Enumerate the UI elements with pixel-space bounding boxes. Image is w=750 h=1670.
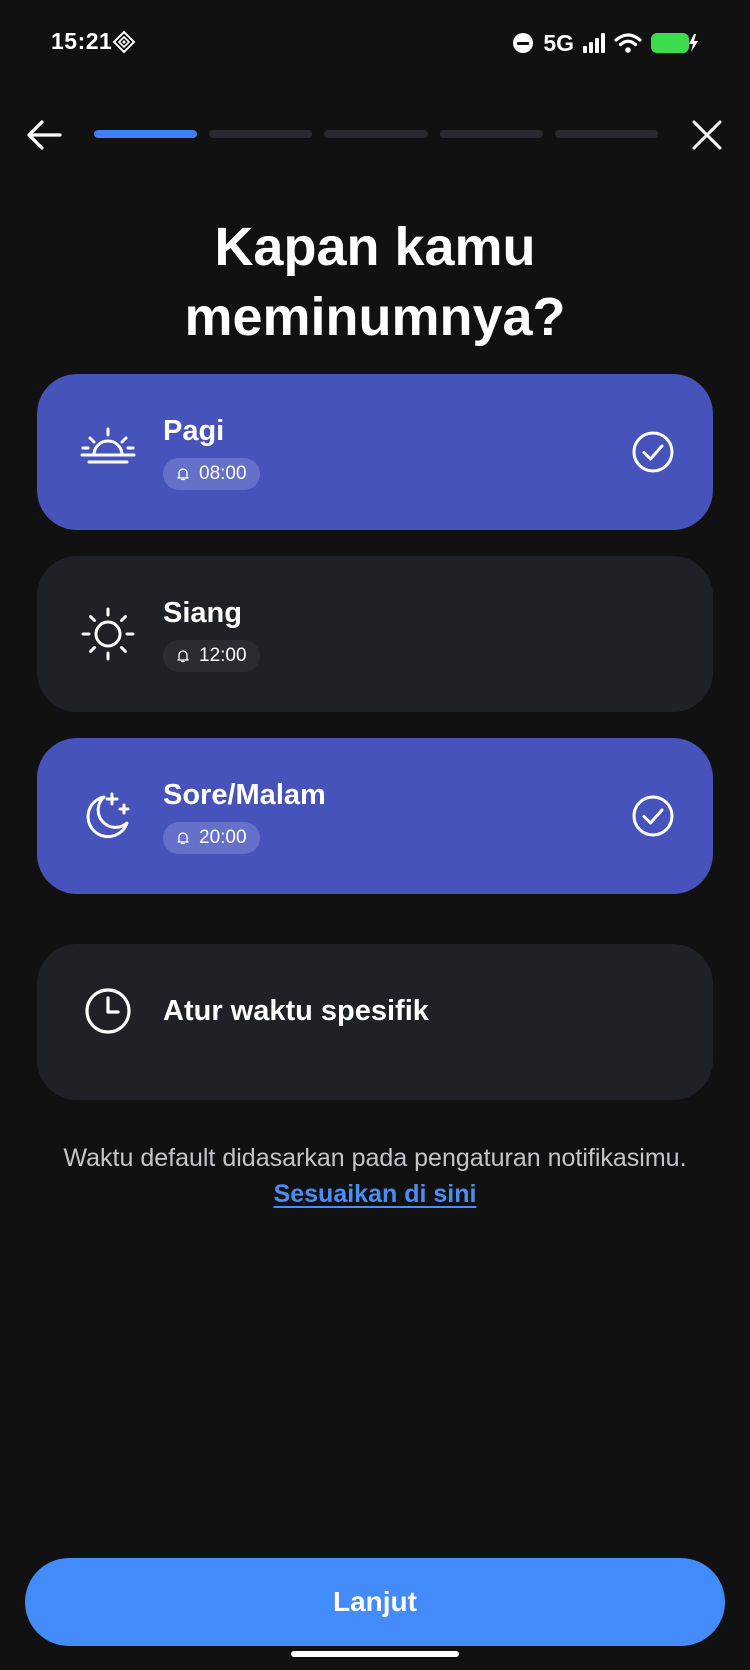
check-circle-icon [632, 795, 674, 837]
progress-step [324, 130, 428, 138]
time-chip-label: 20:00 [199, 827, 247, 848]
close-button[interactable] [682, 110, 732, 160]
home-indicator [291, 1651, 459, 1657]
status-bar: 15:21 5G [0, 0, 750, 86]
arrow-left-icon [27, 120, 62, 150]
back-button[interactable] [20, 110, 70, 160]
customize-link[interactable]: Sesuaikan di sini [274, 1180, 477, 1208]
option-title: Sore/Malam [163, 779, 326, 811]
progress-step [439, 130, 543, 138]
option-title: Atur waktu spesifik [163, 995, 429, 1027]
progress-step [554, 130, 659, 138]
time-chip[interactable]: 20:00 [163, 822, 260, 854]
bell-icon [177, 650, 189, 663]
time-chip[interactable]: 12:00 [163, 640, 260, 672]
status-time: 15:21 [51, 28, 113, 54]
time-chip[interactable]: 08:00 [163, 458, 260, 490]
network-type: 5G [543, 29, 574, 56]
helper-text: Waktu default didasarkan pada pengaturan… [63, 1144, 687, 1172]
time-chip-label: 12:00 [199, 645, 247, 666]
progress-step [209, 130, 313, 138]
option-card-custom-time[interactable]: Atur waktu spesifik [37, 944, 713, 1100]
wifi-icon [614, 33, 642, 53]
option-card-siang[interactable]: Siang 12:00 [37, 556, 713, 712]
clock-icon [85, 988, 131, 1034]
option-card-sore-malam[interactable]: Sore/Malam 20:00 [37, 738, 713, 894]
moon-stars-icon [86, 792, 130, 839]
sunrise-icon [80, 427, 136, 464]
progress-bar [94, 130, 659, 138]
helper-note: Waktu default didasarkan pada pengaturan… [60, 1140, 690, 1212]
time-chip-label: 08:00 [199, 463, 247, 484]
bell-icon [177, 832, 189, 845]
signal-icon [583, 33, 605, 53]
battery-icon [651, 33, 698, 53]
app-notification-icon [112, 30, 136, 54]
close-icon [692, 120, 722, 150]
option-title: Pagi [163, 415, 225, 447]
status-indicators: 5G [513, 28, 700, 58]
option-card-pagi[interactable]: Pagi 08:00 [37, 374, 713, 530]
bell-icon [177, 468, 189, 481]
do-not-disturb-icon [513, 33, 534, 53]
continue-button[interactable]: Lanjut [25, 1558, 725, 1646]
option-title: Siang [163, 597, 242, 629]
check-circle-icon [632, 431, 674, 473]
page-title: Kapan kamu meminumnya? [184, 217, 566, 347]
progress-step [94, 130, 198, 138]
sun-icon [81, 607, 135, 661]
